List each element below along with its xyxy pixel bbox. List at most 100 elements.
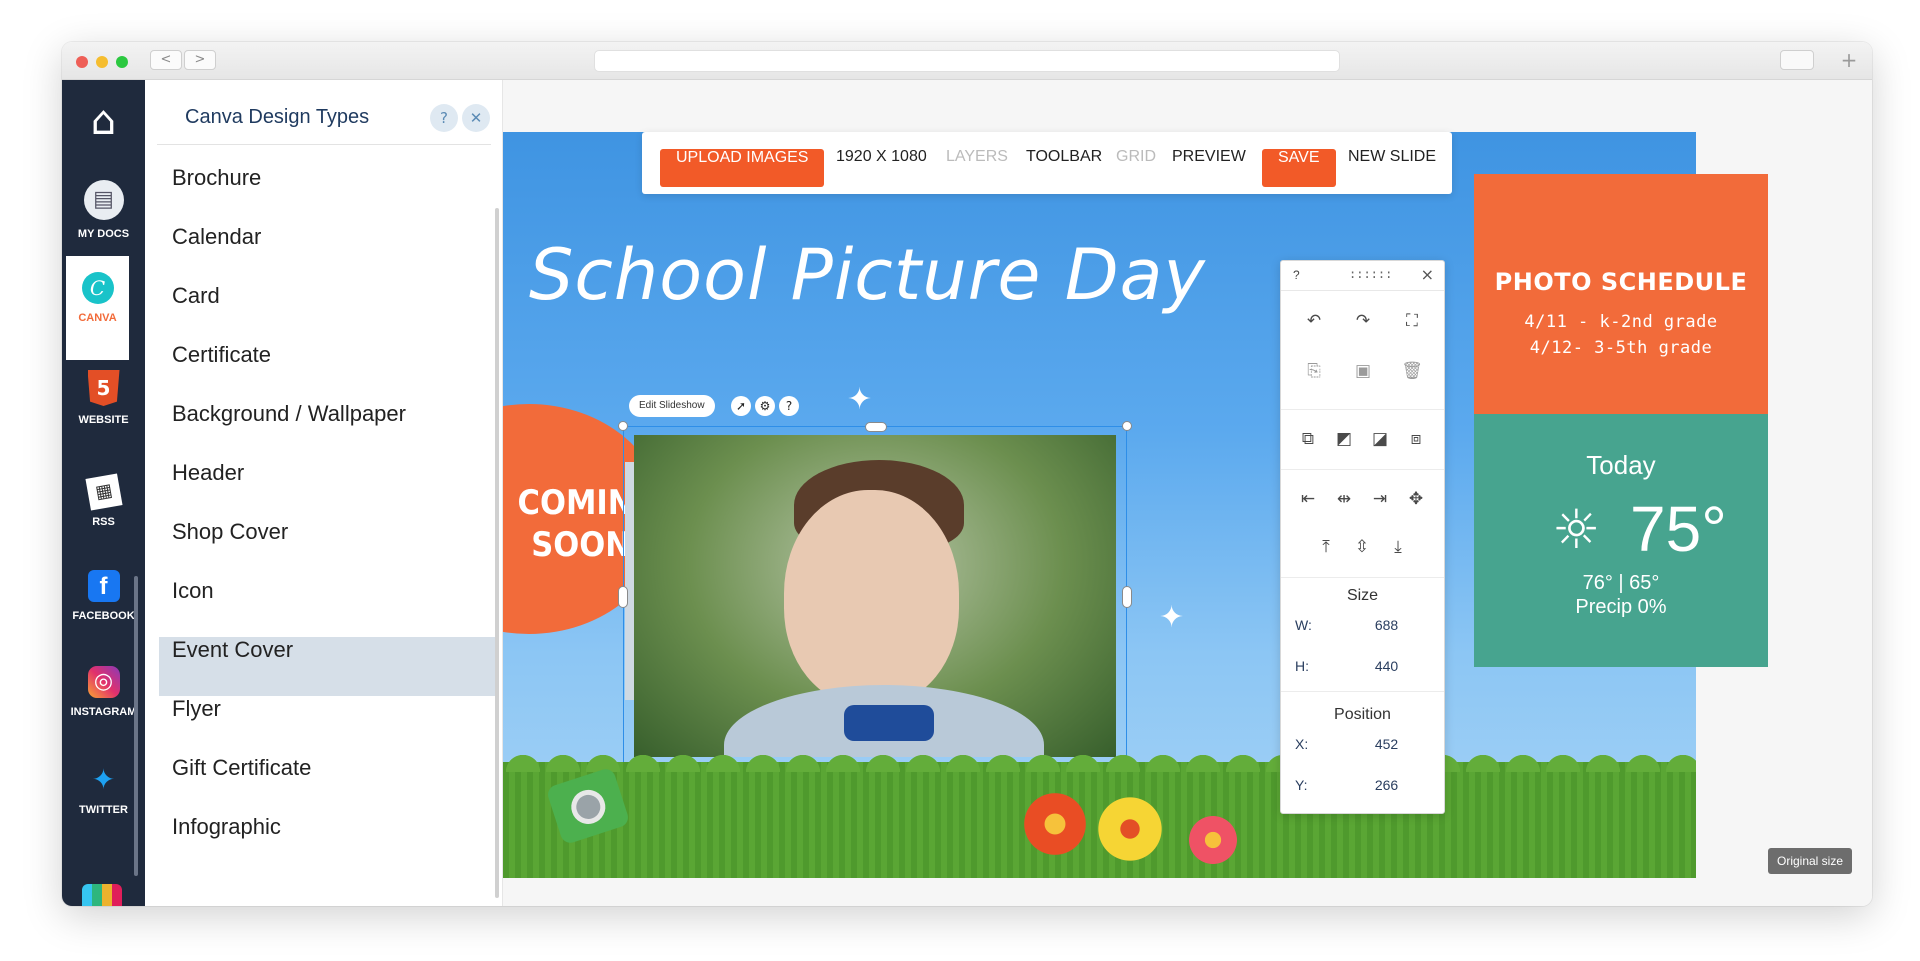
align-middle-icon[interactable]: ⇳ [1351, 537, 1373, 557]
bring-to-front-icon[interactable]: ◩ [1333, 429, 1355, 449]
design-type-gift-certificate[interactable]: Gift Certificate [159, 755, 495, 814]
original-size-button[interactable]: Original size [1768, 848, 1853, 874]
resize-handle-top-left[interactable] [618, 421, 628, 431]
fullscreen-icon[interactable]: ⛶ [1401, 311, 1423, 331]
rail-item-website[interactable]: 5 WEBSITE [62, 370, 145, 426]
design-type-icon[interactable]: Icon [159, 578, 495, 637]
bring-forward-icon[interactable]: ⧈ [1405, 429, 1427, 449]
tools-panel-header[interactable]: ? :::::: × [1281, 261, 1444, 291]
rail-scrollbar[interactable] [134, 576, 138, 876]
slack-icon[interactable] [82, 884, 122, 906]
design-type-calendar[interactable]: Calendar [159, 224, 495, 283]
y-input[interactable]: 266 [1359, 777, 1414, 793]
undo-icon[interactable]: ↶ [1303, 311, 1325, 331]
rail-item-canva[interactable]: C CANVA [66, 256, 129, 360]
align-right-icon[interactable]: ⇥ [1369, 489, 1391, 509]
tools-help-icon[interactable]: ? [1293, 268, 1300, 282]
rail-item-instagram[interactable]: ◎ INSTAGRAM [62, 666, 145, 718]
question-icon[interactable]: ? [779, 396, 799, 416]
canvas-dimensions[interactable]: 1920 X 1080 [836, 148, 927, 186]
new-tab-button[interactable]: + [1834, 48, 1864, 72]
send-backward-icon[interactable]: ⧉ [1297, 429, 1319, 449]
instagram-icon: ◎ [87, 666, 120, 698]
back-button[interactable]: < [150, 50, 182, 70]
width-input[interactable]: 688 [1359, 617, 1414, 633]
design-type-background[interactable]: Background / Wallpaper [159, 401, 495, 460]
save-button[interactable]: SAVE [1262, 149, 1336, 187]
element-tools-panel: ? :::::: × ↶ ↷ ⛶ ⎘ ▣ 🗑 ⧉ ◩ ◪ ⧈ ⇤ ⇹ ⇥ ✥ ⤒… [1280, 260, 1445, 814]
panel-divider [157, 144, 491, 145]
schedule-line-1: 4/11 - k-2nd grade [1524, 312, 1718, 332]
app-icon-rail: ⌂ ▤ MY DOCS C CANVA 5 WEBSITE ▦ RSS f FA… [62, 80, 145, 906]
maximize-window-button[interactable] [116, 56, 128, 68]
design-type-card[interactable]: Card [159, 283, 495, 342]
browser-window: < > + ⌂ ▤ MY DOCS C CANVA 5 WEBSITE ▦ RS… [62, 42, 1872, 906]
weather-day-label: Today [1586, 450, 1656, 480]
design-type-certificate[interactable]: Certificate [159, 342, 495, 401]
rail-label-canva: CANVA [78, 312, 117, 324]
align-bottom-icon[interactable]: ⤓ [1387, 537, 1409, 557]
new-slide-button[interactable]: NEW SLIDE [1348, 148, 1436, 186]
copy-icon[interactable]: ⎘ [1303, 361, 1325, 381]
upload-images-button[interactable]: UPLOAD IMAGES [660, 149, 825, 187]
photo-schedule-card[interactable]: PHOTO SCHEDULE 4/11 - k-2nd grade 4/12- … [1474, 174, 1768, 414]
canvas-title[interactable]: School Picture Day [529, 234, 1206, 316]
edit-slideshow-button[interactable]: Edit Slideshow [629, 395, 715, 417]
rocket-icon[interactable]: ➚ [731, 396, 751, 416]
layers-button[interactable]: LAYERS [946, 148, 1008, 186]
x-input[interactable]: 452 [1359, 736, 1414, 752]
close-icon[interactable]: ✕ [462, 104, 490, 132]
redo-icon[interactable]: ↷ [1352, 311, 1374, 331]
design-type-shop-cover[interactable]: Shop Cover [159, 519, 495, 578]
design-type-event-cover[interactable]: Event Cover [159, 637, 495, 696]
resize-handle-left[interactable] [618, 586, 628, 608]
drag-grip-icon[interactable]: :::::: [1349, 267, 1392, 281]
align-top-icon[interactable]: ⤒ [1315, 537, 1337, 557]
trash-icon[interactable]: 🗑 [1401, 361, 1423, 381]
preview-button[interactable]: PREVIEW [1172, 148, 1246, 186]
rail-item-facebook[interactable]: f FACEBOOK [62, 570, 145, 622]
paste-icon[interactable]: ▣ [1352, 361, 1374, 381]
address-bar[interactable] [594, 50, 1340, 72]
schedule-line-2: 4/12- 3-5th grade [1529, 338, 1713, 358]
pink-flower [1185, 812, 1241, 868]
design-types-panel: Canva Design Types ? ✕ Brochure Calendar… [145, 80, 503, 906]
weather-card[interactable]: Today ☼ 75° 76° | 65° Precip 0% [1474, 414, 1768, 667]
design-type-header[interactable]: Header [159, 460, 495, 519]
forward-button[interactable]: > [184, 50, 216, 70]
rail-item-home[interactable]: ⌂ [62, 98, 145, 152]
weather-range: 76° | 65° [1582, 572, 1660, 594]
rail-item-my-docs[interactable]: ▤ MY DOCS [62, 180, 145, 240]
design-type-infographic[interactable]: Infographic [159, 814, 495, 873]
panel-title: Canva Design Types [185, 106, 370, 128]
rail-label-website: WEBSITE [78, 414, 129, 426]
design-type-flyer[interactable]: Flyer [159, 696, 495, 755]
send-to-back-icon[interactable]: ◪ [1369, 429, 1391, 449]
help-icon[interactable]: ? [430, 104, 458, 132]
red-flower [1019, 788, 1091, 860]
height-input[interactable]: 440 [1359, 658, 1414, 674]
center-both-icon[interactable]: ✥ [1405, 489, 1427, 509]
tools-close-icon[interactable]: × [1421, 265, 1434, 284]
resize-handle-top[interactable] [865, 422, 887, 432]
photo-schedule-heading: PHOTO SCHEDULE [1494, 268, 1748, 296]
selection-box[interactable] [623, 426, 1127, 767]
resize-handle-right[interactable] [1122, 586, 1132, 608]
rail-item-twitter[interactable]: ✦ TWITTER [62, 764, 145, 817]
share-button[interactable] [1780, 50, 1814, 70]
minimize-window-button[interactable] [96, 56, 108, 68]
align-left-icon[interactable]: ⇤ [1297, 489, 1319, 509]
toolbar-button[interactable]: TOOLBAR [1026, 148, 1102, 186]
x-label: X: [1295, 736, 1309, 752]
facebook-icon: f [87, 570, 120, 602]
design-type-brochure[interactable]: Brochure [159, 165, 495, 224]
docs-icon: ▤ [83, 180, 124, 220]
panel-scrollbar[interactable] [495, 208, 499, 898]
resize-handle-top-right[interactable] [1122, 421, 1132, 431]
weather-temperature: 75° [1630, 493, 1727, 565]
grid-button[interactable]: GRID [1116, 148, 1156, 186]
align-center-h-icon[interactable]: ⇹ [1333, 489, 1355, 509]
gear-icon[interactable]: ⚙ [755, 396, 775, 416]
rail-item-rss[interactable]: ▦ RSS [62, 473, 145, 528]
close-window-button[interactable] [76, 56, 88, 68]
